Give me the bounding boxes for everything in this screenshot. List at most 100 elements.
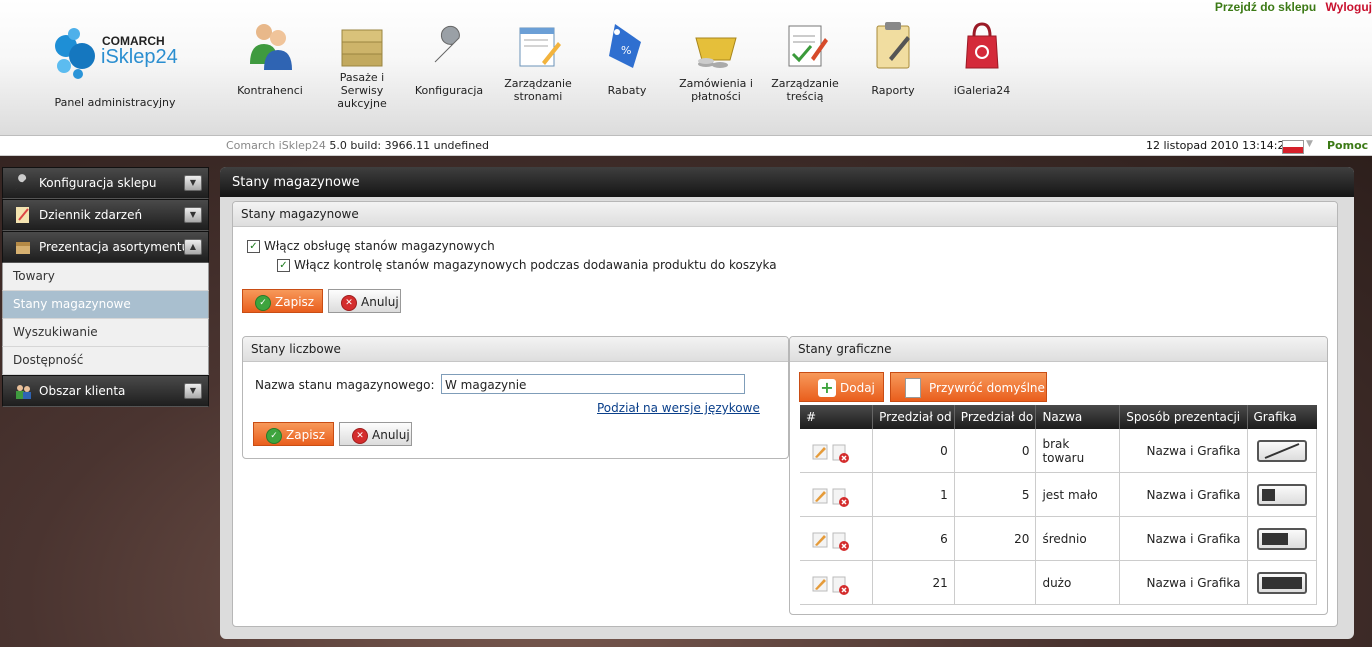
edit-icon[interactable] (812, 444, 828, 460)
row-actions (800, 429, 874, 473)
table-header: # Przedział od Przedział do Nazwa Sposób… (800, 405, 1317, 429)
column-header[interactable]: # (800, 405, 874, 429)
nav-konfiguracja[interactable]: Konfiguracja (405, 18, 493, 105)
sidebar-section-konfiguracja-sklepu[interactable]: Konfiguracja sklepu ▼ (2, 167, 209, 199)
stock-level-graphic (1256, 439, 1307, 462)
language-versions-link[interactable]: Podział na wersje językowe (597, 401, 760, 415)
nav-kontrahenci[interactable]: Kontrahenci (226, 18, 314, 105)
graphic-cell (1247, 472, 1317, 517)
range-from: 0 (872, 429, 955, 473)
stock-level-graphic (1256, 571, 1307, 594)
people-icon (250, 24, 292, 70)
numeric-cancel-button[interactable]: ✕ Anuluj (339, 422, 412, 446)
cancel-icon: ✕ (352, 428, 368, 444)
range-from: 1 (872, 472, 955, 517)
cancel-button[interactable]: ✕ Anuluj (328, 289, 401, 313)
edit-icon[interactable] (812, 488, 828, 504)
nav-pasaze[interactable]: Pasaże i Serwisy aukcyjne (318, 18, 406, 110)
column-header[interactable]: Grafika (1247, 405, 1317, 429)
stock-level-graphic (1256, 527, 1307, 550)
presentation-mode: Nazwa i Grafika (1119, 472, 1248, 517)
enable-stock-checkbox[interactable]: ✓ (247, 240, 260, 253)
build-info: Comarch iSklep24 5.0 build: 3966.11 unde… (226, 139, 489, 152)
nav-zamowienia[interactable]: Zamówienia i płatności (672, 18, 760, 105)
delete-icon[interactable] (832, 532, 850, 552)
document-restore-icon (905, 378, 921, 398)
nav-raporty[interactable]: Raporty (849, 18, 937, 105)
range-from: 21 (872, 560, 955, 605)
graphic-states-title: Stany graficzne (790, 337, 1327, 362)
nav-label: Pasaże i Serwisy aukcyjne (337, 70, 387, 110)
cancel-label: Anuluj (372, 428, 410, 442)
sidebar-section-dziennik-zdarzen[interactable]: Dziennik zdarzeń ▼ (2, 199, 209, 231)
go-to-shop-link[interactable]: Przejdź do sklepu (1215, 0, 1316, 14)
save-label: Zapisz (275, 295, 315, 309)
stock-level-graphic (1256, 483, 1307, 506)
sidebar-section-obszar-klienta[interactable]: Obszar klienta ▼ (2, 375, 209, 407)
clipboard-icon (876, 22, 910, 69)
table-row: 6 20 średnio Nazwa i Grafika (800, 516, 1317, 561)
column-header[interactable]: Nazwa (1035, 405, 1121, 429)
basket-coins-icon (695, 37, 737, 68)
column-header[interactable]: Przedział od (872, 405, 955, 429)
nav-igaleria24[interactable]: iGaleria24 (938, 18, 1026, 105)
stock-level-fill (1261, 488, 1275, 501)
edit-icon[interactable] (812, 576, 828, 592)
stock-name-input[interactable]: W magazynie (441, 374, 745, 394)
add-button[interactable]: + Dodaj (799, 372, 884, 402)
polish-flag-icon[interactable] (1282, 140, 1304, 154)
graphic-states-table: # Przedział od Przedział do Nazwa Sposób… (800, 405, 1317, 605)
nav-label: Konfiguracja (414, 83, 484, 97)
range-to: 0 (954, 429, 1037, 473)
plus-icon: + (818, 379, 836, 397)
nav-label: Zarządzanie stronami (504, 77, 572, 103)
nav-zarzadzanie-stronami[interactable]: Zarządzanie stronami (494, 18, 582, 105)
nav-label: iGaleria24 (953, 83, 1011, 97)
add-label: Dodaj (840, 381, 875, 395)
sidebar-item-stany-magazynowe[interactable]: Stany magazynowe (2, 291, 209, 319)
edit-icon[interactable] (812, 532, 828, 548)
sidebar-section-prezentacja-asortymentu[interactable]: Prezentacja asortymentu ▲ (2, 231, 209, 263)
collapse-toggle-icon[interactable]: ▲ (184, 239, 202, 255)
delete-icon[interactable] (832, 444, 850, 464)
delete-icon[interactable] (832, 488, 850, 508)
check-icon: ✓ (255, 295, 271, 311)
nav-label: Rabaty (607, 83, 647, 97)
discount-tag-icon: % (609, 24, 641, 68)
cancel-label: Anuluj (361, 295, 399, 309)
collapse-toggle-icon[interactable]: ▼ (184, 383, 202, 399)
state-name: brak towaru (1035, 429, 1121, 473)
column-header[interactable]: Sposób prezentacji (1119, 405, 1248, 429)
collapse-toggle-icon[interactable]: ▼ (184, 207, 202, 223)
help-link[interactable]: Pomoc (1327, 139, 1368, 152)
row-actions (800, 516, 874, 561)
numeric-states-box: Stany liczbowe Nazwa stanu magazynowego:… (242, 336, 789, 459)
graphic-cell (1247, 429, 1317, 473)
nav-rabaty[interactable]: % Rabaty (583, 18, 671, 105)
logout-link[interactable]: Wyloguj (1326, 0, 1372, 14)
restore-defaults-button[interactable]: Przywróć domyślne (890, 372, 1047, 402)
language-dropdown-icon[interactable]: ▼ (1306, 139, 1313, 149)
save-button[interactable]: ✓ Zapisz (242, 289, 323, 313)
logo[interactable]: COMARCH iSklep24 (52, 26, 182, 80)
box-icon (16, 242, 30, 254)
drawers-icon (341, 29, 383, 67)
enable-stock-control-checkbox[interactable]: ✓ (277, 259, 290, 272)
sidebar-item-towary[interactable]: Towary (2, 263, 209, 291)
check-icon: ✓ (266, 428, 282, 444)
logo-product: iSklep24 (101, 46, 178, 68)
header-bar: Przejdź do sklepu Wyloguj COMARCH iSklep… (0, 0, 1372, 136)
svg-text:%: % (621, 44, 631, 57)
stock-name-label: Nazwa stanu magazynowego: (255, 378, 435, 392)
sidebar-item-wyszukiwanie[interactable]: Wyszukiwanie (2, 319, 209, 347)
status-bar: Comarch iSklep24 5.0 build: 3966.11 unde… (0, 136, 1372, 156)
delete-icon[interactable] (832, 576, 850, 596)
stock-settings-box: Stany magazynowe ✓ Włącz obsługę stanów … (232, 201, 1338, 627)
column-header[interactable]: Przedział do (954, 405, 1037, 429)
collapse-toggle-icon[interactable]: ▼ (184, 175, 202, 191)
sidebar-item-dostepnosc[interactable]: Dostępność (2, 347, 209, 375)
numeric-save-button[interactable]: ✓ Zapisz (253, 422, 334, 446)
cancel-icon: ✕ (341, 295, 357, 311)
nav-label: Raporty (871, 83, 915, 97)
nav-zarzadzanie-trescia[interactable]: Zarządzanie treścią (761, 18, 849, 105)
